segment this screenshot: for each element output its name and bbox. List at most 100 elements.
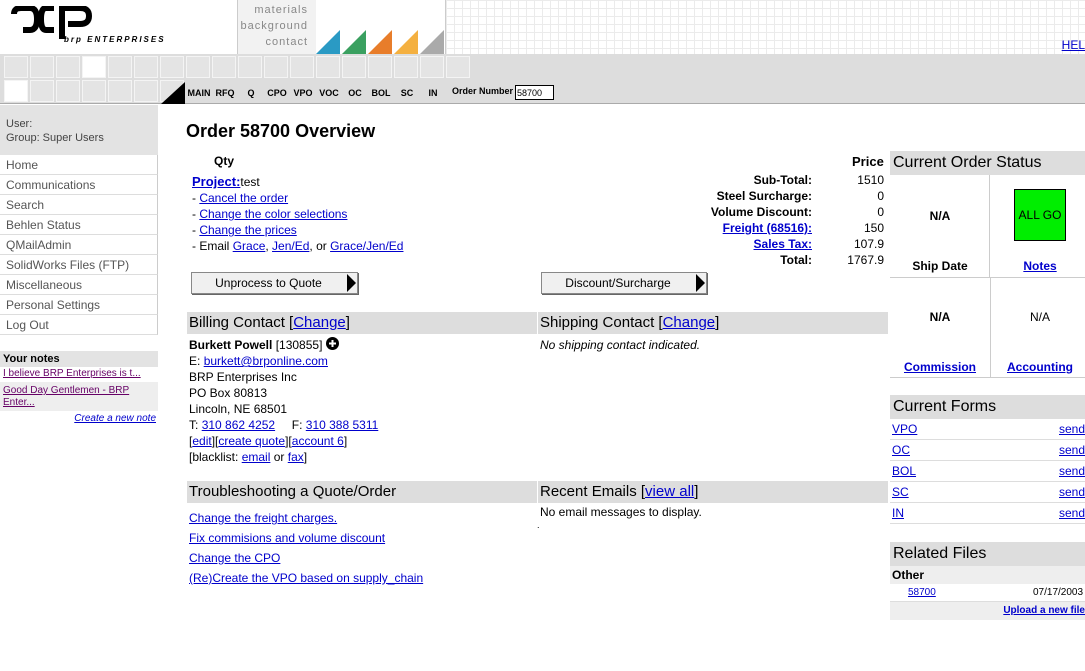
help-link[interactable]: HEL bbox=[1062, 38, 1085, 52]
fax-link[interactable]: 310 388 5311 bbox=[306, 418, 379, 432]
blacklist-fax-link[interactable]: fax bbox=[288, 450, 304, 464]
nav-tab-rfq[interactable]: RFQ bbox=[212, 84, 238, 102]
sidebar-item-qmailadmin[interactable]: QMailAdmin bbox=[0, 235, 158, 255]
form-send-link[interactable]: send bbox=[1059, 482, 1085, 503]
sidebar-item-solidworks-files-ftp[interactable]: SolidWorks Files (FTP) bbox=[0, 255, 158, 275]
shipping-change-link[interactable]: Change bbox=[663, 314, 716, 331]
color-triangle bbox=[394, 30, 418, 54]
commission-link[interactable]: Commission bbox=[890, 360, 990, 374]
form-send-link[interactable]: send bbox=[1059, 440, 1085, 461]
nav-tab-oc[interactable]: OC bbox=[342, 84, 368, 102]
color-triangle bbox=[368, 30, 392, 54]
file-date: 07/17/2003 bbox=[1033, 587, 1084, 598]
form-link[interactable]: IN bbox=[892, 503, 904, 524]
accounting-value: N/A bbox=[1029, 310, 1050, 324]
toolbar-cell bbox=[186, 56, 210, 78]
form-send-link[interactable]: send bbox=[1059, 461, 1085, 482]
nav-tab-main[interactable]: MAIN bbox=[186, 84, 212, 102]
contact-email-link[interactable]: burkett@brponline.com bbox=[204, 354, 328, 368]
upload-file-link[interactable]: Upload a new file bbox=[1003, 605, 1085, 616]
cancel-order-link[interactable]: Cancel the order bbox=[199, 191, 288, 205]
sidebar-item-search[interactable]: Search bbox=[0, 195, 158, 215]
unprocess-button[interactable]: Unprocess to Quote bbox=[191, 272, 358, 294]
email-jened-link[interactable]: Jen/Ed bbox=[272, 239, 309, 253]
note-item[interactable]: Good Day Gentlemen - BRP Enter... bbox=[0, 383, 158, 411]
logo-subtitle: brp ENTERPRISES bbox=[64, 35, 166, 44]
nav-tab-bol[interactable]: BOL bbox=[368, 84, 394, 102]
notes-link[interactable]: Notes bbox=[990, 259, 1085, 273]
email-grace-link[interactable]: Grace bbox=[233, 239, 266, 253]
form-link[interactable]: BOL bbox=[892, 461, 916, 482]
form-link[interactable]: VPO bbox=[892, 419, 917, 440]
fix-commissions-link[interactable]: Fix commisions and volume discount bbox=[189, 531, 385, 545]
nav-background[interactable]: background bbox=[238, 18, 308, 34]
stray-dot: . bbox=[537, 520, 540, 530]
sidebar-item-log-out[interactable]: Log Out bbox=[0, 315, 158, 335]
change-prices-link[interactable]: Change the prices bbox=[199, 223, 296, 237]
file-link[interactable]: 58700 bbox=[908, 584, 936, 602]
order-number-input[interactable] bbox=[515, 85, 554, 100]
form-row: BOL send bbox=[890, 461, 1085, 482]
no-emails-text: No email messages to display. bbox=[540, 505, 702, 519]
brand-logo[interactable]: brp ENTERPRISES bbox=[0, 0, 238, 54]
shipping-title-text: Shipping Contact [ bbox=[540, 314, 663, 331]
toolbar-cell bbox=[134, 80, 158, 102]
toolbar-cell bbox=[238, 56, 262, 78]
project-block: Project:test - Cancel the order - Change… bbox=[192, 174, 404, 253]
phone-link[interactable]: 310 862 4252 bbox=[202, 418, 275, 432]
toolbar-cell bbox=[108, 56, 132, 78]
nav-tab-cpo[interactable]: CPO bbox=[264, 84, 290, 102]
toolbar-cell bbox=[420, 56, 444, 78]
sidebar-item-behlen-status[interactable]: Behlen Status bbox=[0, 215, 158, 235]
change-colors-link[interactable]: Change the color selections bbox=[199, 207, 347, 221]
files-title: Related Files bbox=[890, 542, 1085, 566]
billing-details: Burkett Powell [130855] E: burkett@brpon… bbox=[189, 337, 379, 464]
toolbar-cell bbox=[4, 80, 28, 102]
blacklist-email-link[interactable]: email bbox=[242, 450, 271, 464]
form-link[interactable]: SC bbox=[892, 482, 909, 503]
form-send-link[interactable]: send bbox=[1059, 503, 1085, 524]
add-circle-icon[interactable] bbox=[325, 337, 339, 350]
form-link[interactable]: OC bbox=[892, 440, 910, 461]
nav-tab-in[interactable]: IN bbox=[420, 84, 446, 102]
nav-tab-vpo[interactable]: VPO bbox=[290, 84, 316, 102]
summary-label[interactable]: Freight (68516): bbox=[723, 221, 812, 235]
edit-link[interactable]: edit bbox=[192, 434, 211, 448]
create-note-link[interactable]: Create a new note bbox=[74, 413, 156, 424]
sidebar-item-personal-settings[interactable]: Personal Settings bbox=[0, 295, 158, 315]
discount-button[interactable]: Discount/Surcharge bbox=[541, 272, 707, 294]
nav-materials[interactable]: materials bbox=[238, 2, 308, 18]
blacklist-close: ] bbox=[303, 450, 308, 464]
ship-date-label: Ship Date bbox=[912, 259, 968, 273]
sidebar-item-miscellaneous[interactable]: Miscellaneous bbox=[0, 275, 158, 295]
sidebar-item-communications[interactable]: Communications bbox=[0, 175, 158, 195]
nav-tab-q[interactable]: Q bbox=[238, 84, 264, 102]
accounting-link[interactable]: Accounting bbox=[990, 360, 1085, 374]
account-link[interactable]: account 6 bbox=[292, 434, 344, 448]
all-go-badge[interactable]: ALL GO bbox=[1014, 189, 1066, 241]
order-number-label: Order Number bbox=[452, 86, 514, 96]
color-triangle bbox=[342, 30, 366, 54]
view-all-emails-link[interactable]: view all bbox=[645, 483, 694, 500]
project-link[interactable]: Project: bbox=[192, 174, 240, 189]
notes-title: Your notes bbox=[0, 351, 158, 367]
toolbar-cell bbox=[394, 56, 418, 78]
create-quote-link[interactable]: create quote bbox=[218, 434, 285, 448]
nav-contact[interactable]: contact bbox=[238, 34, 308, 50]
change-cpo-link[interactable]: Change the CPO bbox=[189, 551, 280, 565]
form-send-link[interactable]: send bbox=[1059, 419, 1085, 440]
summary-value: 150 bbox=[863, 221, 884, 235]
nav-tab-sc[interactable]: SC bbox=[394, 84, 420, 102]
sidebar-item-home[interactable]: Home bbox=[0, 155, 158, 175]
form-row: VPO send bbox=[890, 419, 1085, 440]
freight-charges-link[interactable]: Change the freight charges. bbox=[189, 511, 337, 525]
ship-date-cell: N/A Ship Date bbox=[890, 175, 990, 278]
recreate-vpo-link[interactable]: (Re)Create the VPO based on supply_chain bbox=[189, 571, 423, 585]
billing-change-link[interactable]: Change bbox=[293, 314, 346, 331]
summary-label: Steel Surcharge: bbox=[716, 189, 812, 203]
top-nav: materials background contact bbox=[238, 0, 316, 54]
nav-tab-voc[interactable]: VOC bbox=[316, 84, 342, 102]
email-all-link[interactable]: Grace/Jen/Ed bbox=[330, 239, 403, 253]
note-item[interactable]: I believe BRP Enterprises is t... bbox=[0, 367, 158, 383]
summary-label[interactable]: Sales Tax: bbox=[754, 237, 812, 251]
